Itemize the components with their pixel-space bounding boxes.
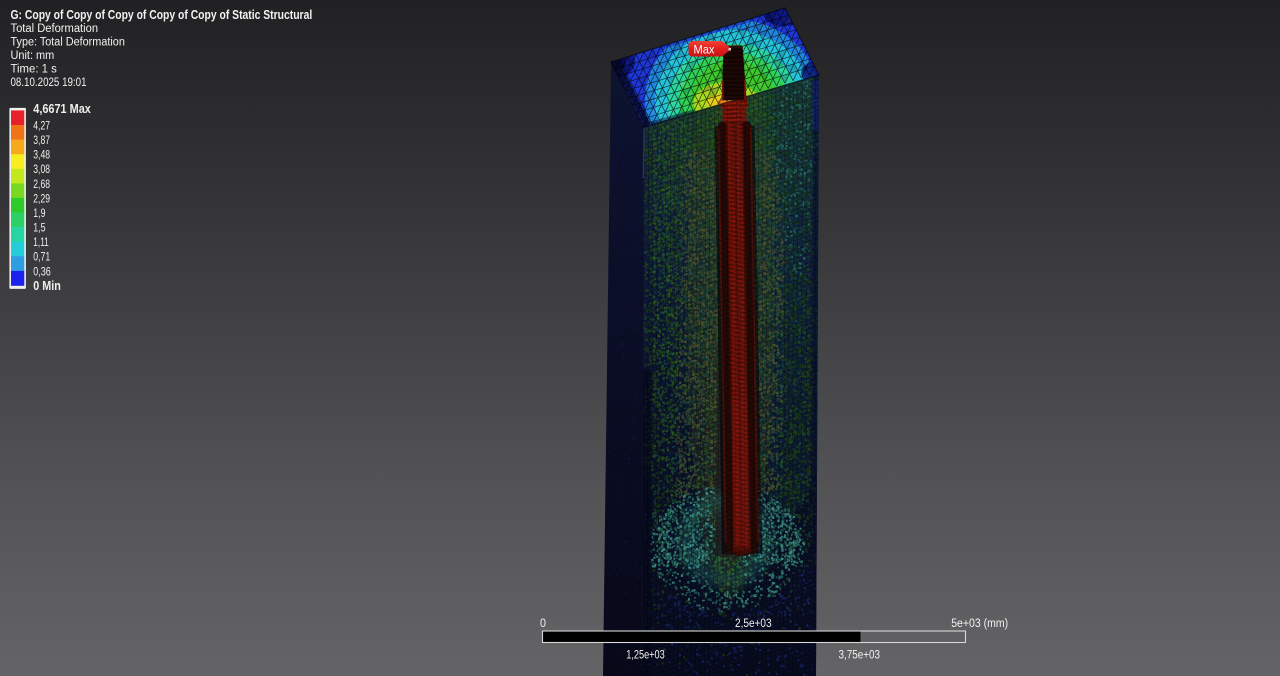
svg-text:1,5: 1,5 bbox=[33, 221, 45, 235]
svg-text:3,75e+03: 3,75e+03 bbox=[839, 648, 880, 661]
svg-text:Max: Max bbox=[694, 43, 715, 57]
svg-text:1,25e+03: 1,25e+03 bbox=[626, 648, 664, 662]
svg-text:0: 0 bbox=[540, 616, 546, 630]
svg-text:2,29: 2,29 bbox=[33, 192, 50, 206]
svg-text:2,68: 2,68 bbox=[33, 177, 50, 191]
svg-text:2,5e+03: 2,5e+03 bbox=[735, 617, 771, 630]
svg-text:Time: 1 s: Time: 1 s bbox=[11, 61, 57, 76]
svg-text:0,71: 0,71 bbox=[33, 250, 50, 264]
svg-text:Total Deformation: Total Deformation bbox=[11, 21, 99, 36]
svg-text:Type: Total Deformation: Type: Total Deformation bbox=[11, 35, 125, 49]
svg-text:3,87: 3,87 bbox=[33, 134, 50, 148]
svg-text:08.10.2025 19:01: 08.10.2025 19:01 bbox=[11, 76, 87, 89]
svg-text:0,36: 0,36 bbox=[33, 265, 51, 279]
svg-text:4,27: 4,27 bbox=[33, 119, 50, 133]
svg-text:0 Min: 0 Min bbox=[33, 278, 61, 293]
svg-text:4,6671 Max: 4,6671 Max bbox=[33, 101, 91, 116]
svg-text:5e+03 (mm): 5e+03 (mm) bbox=[951, 617, 1008, 630]
svg-text:3,08: 3,08 bbox=[33, 163, 50, 177]
svg-text:1,9: 1,9 bbox=[33, 207, 45, 221]
svg-text:3,48: 3,48 bbox=[33, 148, 50, 162]
svg-text:1,11: 1,11 bbox=[33, 237, 49, 250]
